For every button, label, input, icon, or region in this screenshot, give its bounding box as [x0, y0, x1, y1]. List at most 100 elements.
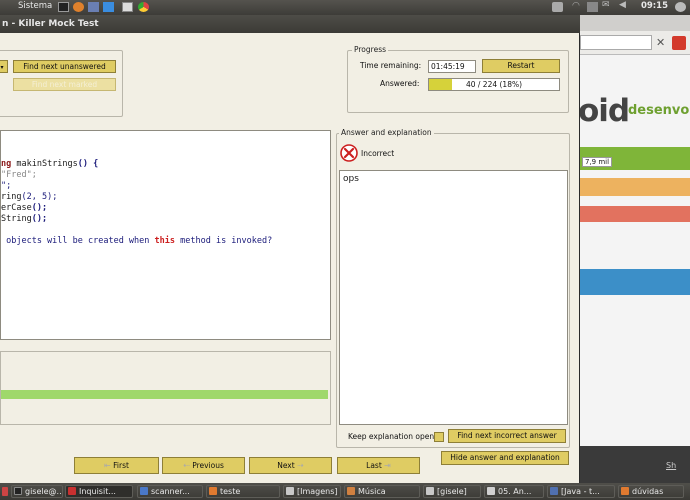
taskbar-item-label: 05. An... [498, 487, 532, 496]
keep-open-checkbox[interactable] [434, 432, 444, 442]
code-line-2: "Fred"; [1, 170, 37, 180]
document-icon [487, 487, 495, 495]
top-panel: s Sistema ◠ ✉ ◀ 09:15 [0, 0, 690, 15]
progress-legend: Progress [352, 45, 389, 54]
last-button[interactable]: Last ⇥ [337, 457, 420, 474]
answered-progress-text: 40 / 224 (18%) [465, 80, 523, 89]
find-next-unanswered-button[interactable]: Find next unanswered [13, 60, 116, 73]
battery-icon[interactable] [587, 2, 598, 12]
taskbar-item-label: gisele@... [25, 487, 63, 496]
clear-url-icon[interactable]: ✕ [656, 36, 665, 49]
eclipse-icon [550, 487, 558, 495]
site-logo-tagline: desenvolvim [628, 103, 690, 118]
footer-link[interactable]: Sh [666, 461, 676, 470]
power-icon[interactable] [675, 2, 686, 12]
code-line-5: erCase(); [1, 203, 48, 213]
taskbar-item-active[interactable]: Inquisit... [65, 485, 133, 498]
extension-icon[interactable] [672, 36, 686, 50]
browser-url-field[interactable] [580, 35, 652, 50]
taskbar-item[interactable]: [gisele] [423, 485, 481, 498]
keep-open-label: Keep explanation open [348, 432, 435, 441]
answer-status: Incorrect [361, 149, 395, 158]
first-button[interactable]: ⇤ First [74, 457, 159, 474]
taskbar-item-label: teste [220, 487, 241, 496]
taskbar-item[interactable]: teste [206, 485, 280, 498]
browser-window: ✕ oid desenvolvim 7,9 mil Sh [578, 15, 690, 483]
question-panel: ng makinStrings() { "Fred"; "; ring(2, 5… [0, 130, 331, 340]
launcher-icon[interactable] [88, 2, 99, 12]
home-folder-icon [426, 487, 434, 495]
browser-toolbar: ✕ [578, 31, 690, 55]
document-icon[interactable] [122, 2, 133, 12]
chat-icon[interactable]: ✉ [602, 0, 613, 10]
next-button-label: Next [277, 461, 295, 470]
like-counter: 7,9 mil [582, 157, 613, 167]
show-desktop-icon[interactable] [2, 487, 8, 496]
restart-button[interactable]: Restart [482, 59, 560, 73]
music-icon [347, 487, 355, 495]
mark-dropdown[interactable]: ▾ [0, 60, 8, 73]
taskbar: gisele@... Inquisit... scanner... teste … [0, 483, 690, 500]
explanation-text[interactable]: ops [339, 170, 568, 425]
last-button-label: Last [366, 461, 382, 470]
hide-answer-button[interactable]: Hide answer and explanation [441, 451, 569, 465]
find-next-incorrect-button[interactable]: Find next incorrect answer [448, 429, 566, 443]
site-banner-blue [578, 269, 690, 295]
taskbar-item[interactable]: scanner... [137, 485, 203, 498]
taskbar-item[interactable]: Música [344, 485, 420, 498]
menu-system[interactable]: Sistema [18, 1, 52, 11]
answer-options-panel [0, 351, 331, 425]
folder-icon [209, 487, 217, 495]
taskbar-item[interactable]: [Imagens] [283, 485, 341, 498]
selected-answer-highlight[interactable] [1, 390, 328, 399]
code-line-6: String(); [1, 214, 48, 224]
site-logo[interactable]: oid [578, 93, 630, 129]
time-remaining-label: Time remaining: [360, 61, 422, 70]
taskbar-item[interactable]: [Java - t... [547, 485, 615, 498]
previous-arrow-icon: ⇠ [183, 461, 190, 470]
find-next-marked-button[interactable]: Find next marked [13, 78, 116, 91]
taskbar-item[interactable]: dúvidas [618, 485, 684, 498]
terminal-icon [14, 487, 22, 495]
dropbox-icon[interactable] [103, 2, 114, 12]
answered-progress-bar: 40 / 224 (18%) [428, 78, 560, 91]
site-banner-red [578, 206, 690, 222]
first-arrow-icon: ⇤ [104, 461, 111, 470]
taskbar-item-label: [gisele] [437, 487, 467, 496]
chrome-icon[interactable] [138, 2, 149, 12]
taskbar-item-label: [Imagens] [297, 487, 338, 496]
first-button-label: First [113, 461, 129, 470]
taskbar-item-label: Música [358, 487, 386, 496]
volume-icon[interactable]: ◀ [619, 0, 630, 10]
time-remaining-field: 01:45:19 [428, 60, 476, 73]
firefox-icon[interactable] [73, 2, 84, 12]
mock-test-window: n - Killer Mock Test ▾ Find next unanswe… [0, 15, 580, 483]
clock[interactable]: 09:15 [641, 1, 668, 11]
code-line-3: "; [1, 181, 12, 191]
previous-button[interactable]: ⇠ Previous [162, 457, 245, 474]
previous-button-label: Previous [192, 461, 224, 470]
taskbar-item[interactable]: 05. An... [484, 485, 544, 498]
code-line-7: objects will be created when this method… [1, 236, 273, 246]
mail-icon[interactable] [552, 2, 563, 12]
chevron-down-icon: ▾ [0, 64, 4, 71]
taskbar-item-label: Inquisit... [79, 487, 116, 496]
next-button[interactable]: Next ⇢ [249, 457, 332, 474]
taskbar-item[interactable]: gisele@... [11, 485, 63, 498]
folder-icon [621, 487, 629, 495]
answered-label: Answered: [380, 79, 420, 88]
incorrect-icon [340, 144, 358, 162]
window-title[interactable]: n - Killer Mock Test [0, 15, 580, 33]
taskbar-item-label: [Java - t... [561, 487, 600, 496]
terminal-icon[interactable] [58, 2, 69, 12]
site-footer: Sh [578, 446, 690, 483]
site-banner-orange [578, 178, 690, 196]
code-line-1: ng makinStrings() { [1, 159, 99, 169]
scanner-icon [140, 487, 148, 495]
next-arrow-icon: ⇢ [297, 461, 304, 470]
browser-tab-bar[interactable] [578, 15, 690, 31]
wifi-icon[interactable]: ◠ [572, 1, 583, 11]
taskbar-item-label: dúvidas [632, 487, 664, 496]
code-line-4: ring(2, 5); [1, 192, 58, 202]
answer-legend: Answer and explanation [339, 128, 434, 137]
